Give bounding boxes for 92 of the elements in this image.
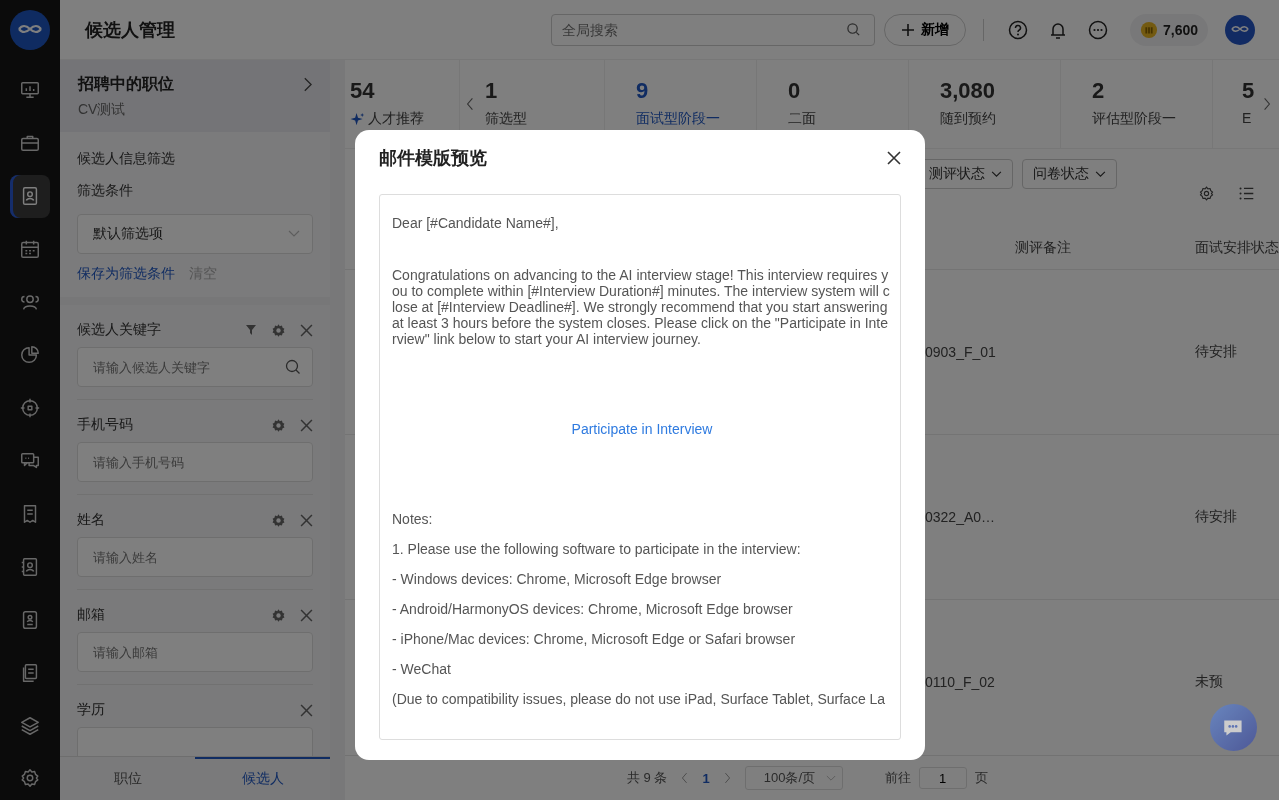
save-filter-link[interactable]: 保存为筛选条件 <box>77 265 175 283</box>
coin-balance[interactable]: 7,600 <box>1129 13 1208 46</box>
column-header: 面试安排状态 <box>1195 238 1279 257</box>
column-header: 测评备注 <box>1015 238 1071 257</box>
search-field[interactable]: 全局搜索 <box>550 13 875 46</box>
coin-count: 7,600 <box>1162 21 1198 38</box>
stat-label: 筛选型 <box>485 110 527 128</box>
table-cell: 0903_F_01 <box>925 344 996 360</box>
chevron-right-icon <box>303 77 312 92</box>
email-text: - WeChat <box>392 661 452 677</box>
more-icon[interactable] <box>1087 19 1108 40</box>
filter-input-field[interactable]: 请输入手机号码 <box>77 442 313 482</box>
email-text: Notes: <box>392 511 434 527</box>
stat-label: E <box>1242 110 1252 126</box>
stat-tile[interactable]: 5 E <box>1213 60 1259 148</box>
help-icon[interactable] <box>1007 19 1028 40</box>
filter-label: 手机号码 <box>77 416 133 434</box>
chevron-right-icon[interactable] <box>723 772 731 784</box>
add-button[interactable]: 新增 <box>883 13 966 46</box>
bottom-tab[interactable]: 候选人 <box>195 757 330 800</box>
settings-icon[interactable] <box>271 417 286 433</box>
filter-label: 候选人关键字 <box>77 321 161 339</box>
table-cell: 待安排 <box>1195 508 1237 526</box>
chevron-down-icon <box>825 774 836 782</box>
status-dropdown[interactable]: 问卷状态 <box>1022 159 1117 189</box>
stat-value: 5 <box>1242 78 1256 104</box>
goto-label: 前往 <box>884 769 911 787</box>
settings-icon[interactable] <box>271 322 286 338</box>
position-heading: 招聘中的职位 <box>78 74 174 94</box>
chat-button[interactable] <box>1210 704 1257 751</box>
settings-icon[interactable] <box>1198 185 1215 202</box>
total-count: 共 9 条 <box>627 769 668 787</box>
coin-icon <box>1139 20 1158 39</box>
plus-icon <box>900 22 915 37</box>
page-unit: 页 <box>974 769 988 787</box>
page-size-select[interactable]: 100条/页 <box>744 766 843 790</box>
page-title: 候选人管理 <box>85 18 175 42</box>
avatar-logo-icon[interactable] <box>1225 14 1255 45</box>
bottom-tab[interactable]: 职位 <box>60 757 195 800</box>
filter-input-field[interactable] <box>77 727 313 756</box>
stat-value: 2 <box>1092 78 1106 104</box>
table-cell: 未预 <box>1195 673 1223 691</box>
stat-value: 54 <box>350 78 376 104</box>
email-paragraph: Congratulations on advancing to the AI interview stage! This interview requires you to complete within [#Interview Duration#] minutes. The interview system will close at [#Interview Deadline#]. We strongly recommend that you start answering at least 3 hours before the system closes. Please click on the "Participate in Interview" link below to start your AI interview journey. <box>392 267 891 347</box>
settings-icon[interactable] <box>271 512 286 528</box>
filter-input-field[interactable]: 请输入邮箱 <box>77 632 313 672</box>
chevron-left-icon[interactable] <box>681 772 689 784</box>
email-text: - Android/HarmonyOS devices: Chrome, Microsoft Edge browser <box>392 601 794 617</box>
table-cell: 0110_F_02 <box>925 674 995 690</box>
list-icon[interactable] <box>1238 185 1255 202</box>
stat-tile[interactable]: 2 评估型阶段一 <box>1061 60 1213 148</box>
goto-page-field[interactable]: 1 <box>918 767 967 789</box>
stat-label: 人才推荐 <box>368 110 424 128</box>
stat-value: 9 <box>636 78 650 104</box>
filter-condition-label: 筛选条件 <box>77 182 134 200</box>
stat-label: 评估型阶段一 <box>1092 110 1176 128</box>
dialog-title: 邮件模版预览 <box>379 147 487 170</box>
page-number[interactable]: 1 <box>702 770 710 786</box>
chevron-down-icon <box>991 170 1002 178</box>
table-cell: 0322_A0… <box>925 509 996 525</box>
stat-value: 0 <box>788 78 802 104</box>
email-text: (Due to compatibility issues, please do not use iPad, Surface Tablet, Surface La <box>392 691 887 707</box>
email-text: Dear [#Candidate Name#], <box>392 215 560 231</box>
email-text: 1. Please use the following software to participate in the interview: <box>392 541 802 557</box>
stat-label: 面试型阶段一 <box>636 110 720 128</box>
close-icon[interactable] <box>887 151 901 165</box>
chevron-left-icon[interactable] <box>466 97 474 111</box>
participate-link[interactable]: Participate in Interview <box>571 421 713 437</box>
stat-value: 3,080 <box>940 78 997 104</box>
position-card[interactable]: 招聘中的职位 CV测试 <box>60 60 330 132</box>
stat-label: 二面 <box>788 110 816 128</box>
filter-section-title: 候选人信息筛选 <box>77 150 176 168</box>
stat-value: 1 <box>485 78 499 104</box>
resume-icon[interactable] <box>10 174 50 218</box>
logo-icon <box>10 10 50 50</box>
filter-icon[interactable] <box>245 324 257 336</box>
filter-label: 姓名 <box>77 511 105 529</box>
stat-label: 随到预约 <box>940 110 996 128</box>
table-cell: 待安排 <box>1195 343 1237 361</box>
filter-input-field[interactable]: 请输入候选人关键字 <box>77 347 313 387</box>
chevron-down-icon <box>1095 170 1106 178</box>
email-text: - iPhone/Mac devices: Chrome, Microsoft Edge or Safari browser <box>392 631 797 647</box>
filter-label: 邮箱 <box>77 606 105 624</box>
filter-condition-select[interactable]: 默认筛选项 <box>77 214 313 254</box>
position-name: CV测试 <box>78 101 127 119</box>
filter-input-field[interactable]: 请输入姓名 <box>77 537 313 577</box>
chevron-down-icon <box>288 230 300 238</box>
settings-icon[interactable] <box>271 607 286 623</box>
email-text: - Windows devices: Chrome, Microsoft Edge browser <box>392 571 723 587</box>
filter-label: 学历 <box>77 701 105 719</box>
chevron-right-icon[interactable] <box>1263 97 1271 111</box>
search-icon <box>845 21 861 37</box>
